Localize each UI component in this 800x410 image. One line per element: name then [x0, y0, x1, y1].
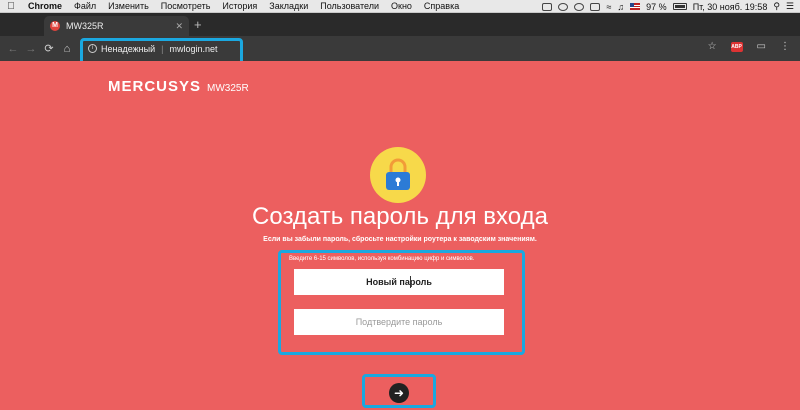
toolbar-right: ☆ ABP ▭ ⋮	[708, 41, 790, 52]
favicon: M	[50, 21, 60, 31]
adblock-extension-icon[interactable]: ABP	[730, 41, 743, 52]
arrow-right-icon[interactable]: ➜	[389, 383, 409, 403]
close-icon[interactable]: ✕	[175, 21, 183, 32]
wifi-icon[interactable]: ≈	[606, 2, 611, 12]
security-label[interactable]: Ненадежный	[101, 44, 155, 54]
tab-mw325r[interactable]: M MW325R ✕	[44, 16, 189, 36]
cast-icon[interactable]: ▭	[757, 41, 766, 52]
menu-app-name[interactable]: Chrome	[22, 0, 68, 13]
url-text[interactable]: mwlogin.net	[169, 44, 217, 54]
new-password-value: Новый пароль	[366, 277, 432, 287]
menu-view[interactable]: Посмотреть	[155, 0, 217, 13]
confirm-password-placeholder: Подтвердите пароль	[355, 317, 443, 327]
star-icon[interactable]: ☆	[708, 41, 717, 52]
reload-icon[interactable]: ⟳	[40, 42, 58, 55]
battery-percent[interactable]: 97 %	[646, 2, 667, 12]
forward-arrow-icon[interactable]: →	[22, 43, 40, 55]
address-bar[interactable]: i Ненадежный | mwlogin.net	[82, 39, 702, 58]
volume-icon[interactable]: ♫	[617, 2, 624, 12]
menu-file[interactable]: Файл	[68, 0, 102, 13]
menu-users[interactable]: Пользователи	[314, 0, 385, 13]
separator: |	[161, 43, 164, 54]
macos-menu-bar:  Chrome Файл Изменить Посмотреть Истори…	[0, 0, 800, 13]
router-page: MERCUSYS MW325R Создать пароль для входа…	[0, 61, 800, 410]
tray-timemachine-icon[interactable]	[574, 2, 585, 11]
menu-history[interactable]: История	[216, 0, 263, 13]
new-tab-button[interactable]: +	[194, 17, 202, 33]
brand-model: MW325R	[207, 83, 249, 94]
menu-bookmarks[interactable]: Закладки	[263, 0, 314, 13]
new-password-field[interactable]: Новый пароль	[294, 269, 504, 295]
menubar-datetime[interactable]: Пт, 30 нояб. 19:58	[693, 2, 768, 12]
tray-sync-icon[interactable]	[558, 2, 569, 11]
text-caret	[410, 276, 411, 288]
battery-icon[interactable]	[672, 3, 687, 10]
home-icon[interactable]: ⌂	[58, 43, 76, 55]
tray-app-icon[interactable]	[542, 2, 553, 11]
menubar-status-area: ≈ ♫ 97 % Пт, 30 нояб. 19:58 ⚲ ☰	[542, 0, 794, 13]
menu-help[interactable]: Справка	[418, 0, 465, 13]
menu-window[interactable]: Окно	[385, 0, 418, 13]
info-icon[interactable]: i	[88, 44, 97, 53]
brand-logo: MERCUSYS	[108, 78, 202, 95]
more-menu-icon[interactable]: ⋮	[780, 41, 790, 52]
apple-icon[interactable]: 	[0, 1, 22, 12]
browser-toolbar: ← → ⟳ ⌂ i Ненадежный | mwlogin.net ☆ ABP…	[0, 36, 800, 61]
menu-edit[interactable]: Изменить	[102, 0, 155, 13]
lock-icon	[370, 147, 426, 203]
tab-strip: M MW325R ✕ +	[0, 13, 800, 36]
tray-display-icon[interactable]	[590, 2, 601, 11]
page-title: Создать пароль для входа	[252, 203, 548, 230]
back-arrow-icon[interactable]: ←	[4, 43, 22, 55]
flag-icon[interactable]	[630, 3, 641, 10]
reset-hint: Если вы забыли пароль, сбросьте настройк…	[263, 236, 537, 243]
brand: MERCUSYS MW325R	[108, 78, 249, 95]
search-icon[interactable]: ⚲	[773, 1, 780, 12]
tab-title: MW325R	[66, 21, 104, 31]
password-hint: Введите 6-15 символов, используя комбина…	[289, 256, 475, 262]
confirm-password-field[interactable]: Подтвердите пароль	[294, 309, 504, 335]
menu-list-icon[interactable]: ☰	[786, 1, 794, 12]
